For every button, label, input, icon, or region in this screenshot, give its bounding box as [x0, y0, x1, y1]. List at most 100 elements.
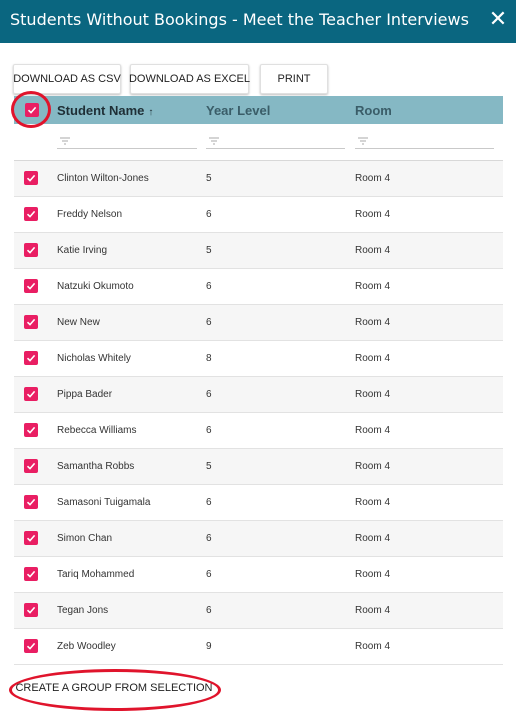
student-name-cell: Pippa Bader	[57, 389, 113, 400]
room-cell: Room 4	[355, 641, 391, 652]
checkmark-icon	[27, 106, 37, 114]
checkmark-icon	[26, 390, 36, 398]
table-row[interactable]: Samasoni Tuigamala 6 Room 4	[14, 485, 503, 521]
sort-ascending-icon: ↑	[148, 107, 154, 118]
student-name-cell: Clinton Wilton-Jones	[57, 173, 149, 184]
checkmark-icon	[26, 318, 36, 326]
year-level-cell: 6	[206, 533, 212, 544]
table-row[interactable]: Simon Chan 6 Room 4	[14, 521, 503, 557]
row-checkbox[interactable]	[24, 639, 38, 653]
filter-year-level[interactable]	[206, 133, 345, 149]
column-header-room[interactable]: Room	[355, 103, 392, 118]
room-cell: Room 4	[355, 173, 391, 184]
room-cell: Room 4	[355, 281, 391, 292]
filter-room[interactable]	[355, 133, 494, 149]
grid-body: Clinton Wilton-Jones 5 Room 4 Freddy Nel…	[14, 161, 503, 665]
row-checkbox[interactable]	[24, 495, 38, 509]
student-name-cell: Katie Irving	[57, 245, 108, 256]
student-name-cell: Samasoni Tuigamala	[57, 497, 151, 508]
room-cell: Room 4	[355, 353, 391, 364]
table-row[interactable]: Rebecca Williams 6 Room 4	[14, 413, 503, 449]
row-checkbox[interactable]	[24, 459, 38, 473]
room-cell: Room 4	[355, 461, 391, 472]
student-name-cell: Tariq Mohammed	[57, 569, 135, 580]
student-name-cell: Samantha Robbs	[57, 461, 135, 472]
room-cell: Room 4	[355, 533, 391, 544]
checkmark-icon	[26, 282, 36, 290]
student-name-cell: Natzuki Okumoto	[57, 281, 134, 292]
student-name-cell: Nicholas Whitely	[57, 353, 131, 364]
select-all-checkbox[interactable]	[25, 103, 39, 117]
dialog-titlebar: Students Without Bookings - Meet the Tea…	[0, 0, 516, 43]
student-name-cell: New New	[57, 317, 100, 328]
filter-row	[14, 124, 503, 161]
row-checkbox[interactable]	[24, 531, 38, 545]
checkmark-icon	[26, 174, 36, 182]
table-row[interactable]: Freddy Nelson 6 Room 4	[14, 197, 503, 233]
room-cell: Room 4	[355, 497, 391, 508]
row-checkbox[interactable]	[24, 243, 38, 257]
print-button[interactable]: PRINT	[260, 64, 328, 94]
table-row[interactable]: Zeb Woodley 9 Room 4	[14, 629, 503, 665]
table-row[interactable]: Tegan Jons 6 Room 4	[14, 593, 503, 629]
table-row[interactable]: Samantha Robbs 5 Room 4	[14, 449, 503, 485]
download-excel-button[interactable]: DOWNLOAD AS EXCEL	[129, 64, 250, 94]
column-header-label: Student Name	[57, 103, 145, 118]
checkmark-icon	[26, 246, 36, 254]
student-name-cell: Tegan Jons	[57, 605, 109, 616]
filter-student-name[interactable]	[57, 133, 197, 149]
checkmark-icon	[26, 210, 36, 218]
table-row[interactable]: Natzuki Okumoto 6 Room 4	[14, 269, 503, 305]
room-cell: Room 4	[355, 317, 391, 328]
checkmark-icon	[26, 426, 36, 434]
row-checkbox[interactable]	[24, 315, 38, 329]
row-checkbox[interactable]	[24, 567, 38, 581]
table-row[interactable]: New New 6 Room 4	[14, 305, 503, 341]
download-csv-button[interactable]: DOWNLOAD AS CSV	[13, 64, 121, 94]
year-level-cell: 6	[206, 389, 212, 400]
year-level-cell: 5	[206, 461, 212, 472]
column-header-student-name[interactable]: Student Name ↑	[57, 103, 153, 118]
table-row[interactable]: Katie Irving 5 Room 4	[14, 233, 503, 269]
row-checkbox[interactable]	[24, 351, 38, 365]
column-header-year-level[interactable]: Year Level	[206, 103, 270, 118]
table-row[interactable]: Pippa Bader 6 Room 4	[14, 377, 503, 413]
year-level-cell: 9	[206, 641, 212, 652]
room-cell: Room 4	[355, 389, 391, 400]
year-level-cell: 8	[206, 353, 212, 364]
year-level-cell: 6	[206, 569, 212, 580]
year-level-cell: 6	[206, 497, 212, 508]
year-level-cell: 5	[206, 245, 212, 256]
checkmark-icon	[26, 462, 36, 470]
row-checkbox[interactable]	[24, 171, 38, 185]
row-checkbox[interactable]	[24, 279, 38, 293]
filter-icon	[60, 137, 70, 144]
row-checkbox[interactable]	[24, 387, 38, 401]
table-row[interactable]: Clinton Wilton-Jones 5 Room 4	[14, 161, 503, 197]
room-cell: Room 4	[355, 425, 391, 436]
student-name-cell: Zeb Woodley	[57, 641, 116, 652]
grid-header: Student Name ↑ Year Level Room	[14, 96, 503, 124]
year-level-cell: 6	[206, 281, 212, 292]
close-icon[interactable]: ✕	[487, 8, 509, 30]
table-row[interactable]: Nicholas Whitely 8 Room 4	[14, 341, 503, 377]
student-name-cell: Rebecca Williams	[57, 425, 137, 436]
dialog-title: Students Without Bookings - Meet the Tea…	[10, 10, 469, 29]
row-checkbox[interactable]	[24, 423, 38, 437]
year-level-cell: 6	[206, 605, 212, 616]
student-name-cell: Simon Chan	[57, 533, 113, 544]
table-row[interactable]: Tariq Mohammed 6 Room 4	[14, 557, 503, 593]
dialog-content: DOWNLOAD AS CSV DOWNLOAD AS EXCEL PRINT …	[0, 43, 516, 723]
room-cell: Room 4	[355, 245, 391, 256]
filter-icon	[358, 137, 368, 144]
year-level-cell: 6	[206, 425, 212, 436]
room-cell: Room 4	[355, 209, 391, 220]
create-group-button[interactable]: CREATE A GROUP FROM SELECTION	[15, 677, 212, 699]
year-level-cell: 5	[206, 173, 212, 184]
checkmark-icon	[26, 570, 36, 578]
year-level-cell: 6	[206, 317, 212, 328]
row-checkbox[interactable]	[24, 207, 38, 221]
row-checkbox[interactable]	[24, 603, 38, 617]
checkmark-icon	[26, 606, 36, 614]
student-name-cell: Freddy Nelson	[57, 209, 123, 220]
